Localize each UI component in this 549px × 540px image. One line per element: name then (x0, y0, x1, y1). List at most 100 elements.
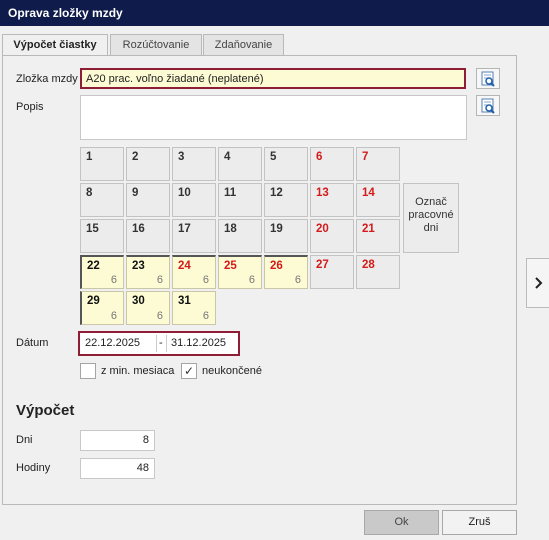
zlozka-input[interactable]: A20 prac. voľno žiadané (neplatené) (80, 68, 466, 89)
ok-button[interactable]: Ok (364, 510, 439, 535)
calendar-day-number: 4 (224, 151, 231, 163)
calendar-day-number: 5 (270, 151, 277, 163)
calendar-day[interactable]: 20 (310, 219, 354, 253)
calendar-day-number: 20 (316, 223, 329, 235)
calendar-day-number: 30 (132, 295, 145, 307)
calendar-day[interactable]: 12 (264, 183, 308, 217)
calendar-day[interactable]: 26 6 (264, 255, 308, 289)
calendar-day-number: 11 (224, 187, 237, 199)
calendar-day[interactable]: 13 (310, 183, 354, 217)
calendar-day[interactable]: 9 (126, 183, 170, 217)
calendar-day-number: 14 (362, 187, 375, 199)
calendar-day-hours: 6 (156, 274, 163, 286)
calendar-day[interactable]: 10 (172, 183, 216, 217)
calendar-day-number: 17 (178, 223, 191, 235)
calendar-day-number: 1 (86, 151, 93, 163)
calendar-day-number: 12 (270, 187, 283, 199)
calendar-day[interactable]: 24 6 (172, 255, 216, 289)
window-title: Oprava zložky mzdy (0, 0, 549, 26)
calendar-day-hours: 6 (110, 274, 117, 286)
calendar-day-number: 24 (178, 260, 191, 272)
calendar-day[interactable]: 4 (218, 147, 262, 181)
date-divider (156, 335, 157, 352)
calendar-day[interactable]: 17 (172, 219, 216, 253)
calendar-day[interactable]: 3 (172, 147, 216, 181)
mark-working-days-button[interactable]: Označ pracovné dni (403, 183, 459, 253)
calendar-day[interactable]: 7 (356, 147, 400, 181)
hodiny-label: Hodiny (16, 462, 51, 474)
calendar-day-number: 28 (362, 259, 375, 271)
calendar-day[interactable]: 5 (264, 147, 308, 181)
calendar-day[interactable]: 28 (356, 255, 400, 289)
vypocet-heading: Výpočet (16, 402, 75, 419)
calendar-day[interactable]: 23 6 (126, 255, 170, 289)
zlozka-label: Zložka mzdy (16, 73, 78, 85)
calendar-day[interactable]: 15 (80, 219, 124, 253)
calendar-day[interactable]: 14 (356, 183, 400, 217)
calendar-day-number: 21 (362, 223, 375, 235)
date-separator: - (159, 337, 163, 349)
calendar-day[interactable]: 2 (126, 147, 170, 181)
calendar-day-number: 8 (86, 187, 93, 199)
calendar-day[interactable]: 25 6 (218, 255, 262, 289)
calendar-day[interactable]: 22 6 (80, 255, 124, 289)
side-expand-button[interactable] (526, 258, 549, 308)
dni-label: Dni (16, 434, 33, 446)
calendar-day-number: 19 (270, 223, 283, 235)
search-document-icon (481, 98, 495, 114)
calendar-day-number: 27 (316, 259, 329, 271)
calendar-day[interactable]: 1 (80, 147, 124, 181)
calendar-day[interactable]: 8 (80, 183, 124, 217)
dni-input[interactable]: 8 (80, 430, 155, 451)
calendar-day-number: 22 (87, 260, 100, 272)
date-from-input[interactable]: 22.12.2025 (82, 335, 156, 352)
popis-lookup-button[interactable] (476, 95, 500, 116)
calendar-day-number: 26 (270, 260, 283, 272)
calendar-day[interactable]: 29 6 (80, 291, 124, 325)
calendar-day-hours: 6 (202, 274, 209, 286)
checkbox-neukoncene-label: neukončené (202, 365, 262, 377)
date-range: 22.12.2025 - 31.12.2025 (78, 331, 240, 356)
chevron-right-icon (535, 277, 543, 289)
calendar-day[interactable]: 30 6 (126, 291, 170, 325)
calendar-day-hours: 6 (202, 310, 209, 322)
checkbox-min-mesiaca[interactable] (80, 363, 96, 379)
calendar-day-number: 7 (362, 151, 369, 163)
checkbox-min-mesiaca-label: z min. mesiaca (101, 365, 175, 377)
tab-vypocet-ciastky[interactable]: Výpočet čiastky (2, 34, 108, 57)
tab-rozuctovanie[interactable]: Rozúčtovanie (110, 34, 202, 56)
zlozka-lookup-button[interactable] (476, 68, 500, 89)
popis-textarea[interactable] (80, 95, 467, 140)
calendar-day[interactable]: 31 6 (172, 291, 216, 325)
tab-zdanovanie[interactable]: Zdaňovanie (203, 34, 284, 56)
calendar-day[interactable]: 21 (356, 219, 400, 253)
calendar-day-number: 29 (87, 295, 100, 307)
search-document-icon (481, 71, 495, 87)
calendar-day[interactable]: 27 (310, 255, 354, 289)
calendar-day-hours: 6 (248, 274, 255, 286)
calendar-day[interactable]: 18 (218, 219, 262, 253)
calendar-day[interactable]: 6 (310, 147, 354, 181)
calendar-day-number: 31 (178, 295, 191, 307)
date-to-input[interactable]: 31.12.2025 (168, 335, 238, 352)
calendar-day-number: 10 (178, 187, 191, 199)
calendar-day[interactable]: 16 (126, 219, 170, 253)
calendar-day-number: 18 (224, 223, 237, 235)
hodiny-input[interactable]: 48 (80, 458, 155, 479)
checkbox-neukoncene[interactable]: ✓ (181, 363, 197, 379)
calendar-day[interactable]: 11 (218, 183, 262, 217)
datum-label: Dátum (16, 337, 49, 349)
calendar-day-number: 25 (224, 260, 237, 272)
calendar-day-hours: 6 (294, 274, 301, 286)
calendar-day-number: 13 (316, 187, 329, 199)
date-divider (166, 335, 167, 352)
calendar-day-number: 3 (178, 151, 185, 163)
calendar-day-number: 23 (132, 260, 145, 272)
calendar-day-number: 15 (86, 223, 99, 235)
calendar-day-hours: 6 (156, 310, 163, 322)
calendar-day[interactable]: 19 (264, 219, 308, 253)
calendar-day-number: 2 (132, 151, 139, 163)
cancel-button[interactable]: Zruš (442, 510, 517, 535)
calendar-day-number: 6 (316, 151, 323, 163)
popis-label: Popis (16, 101, 44, 113)
